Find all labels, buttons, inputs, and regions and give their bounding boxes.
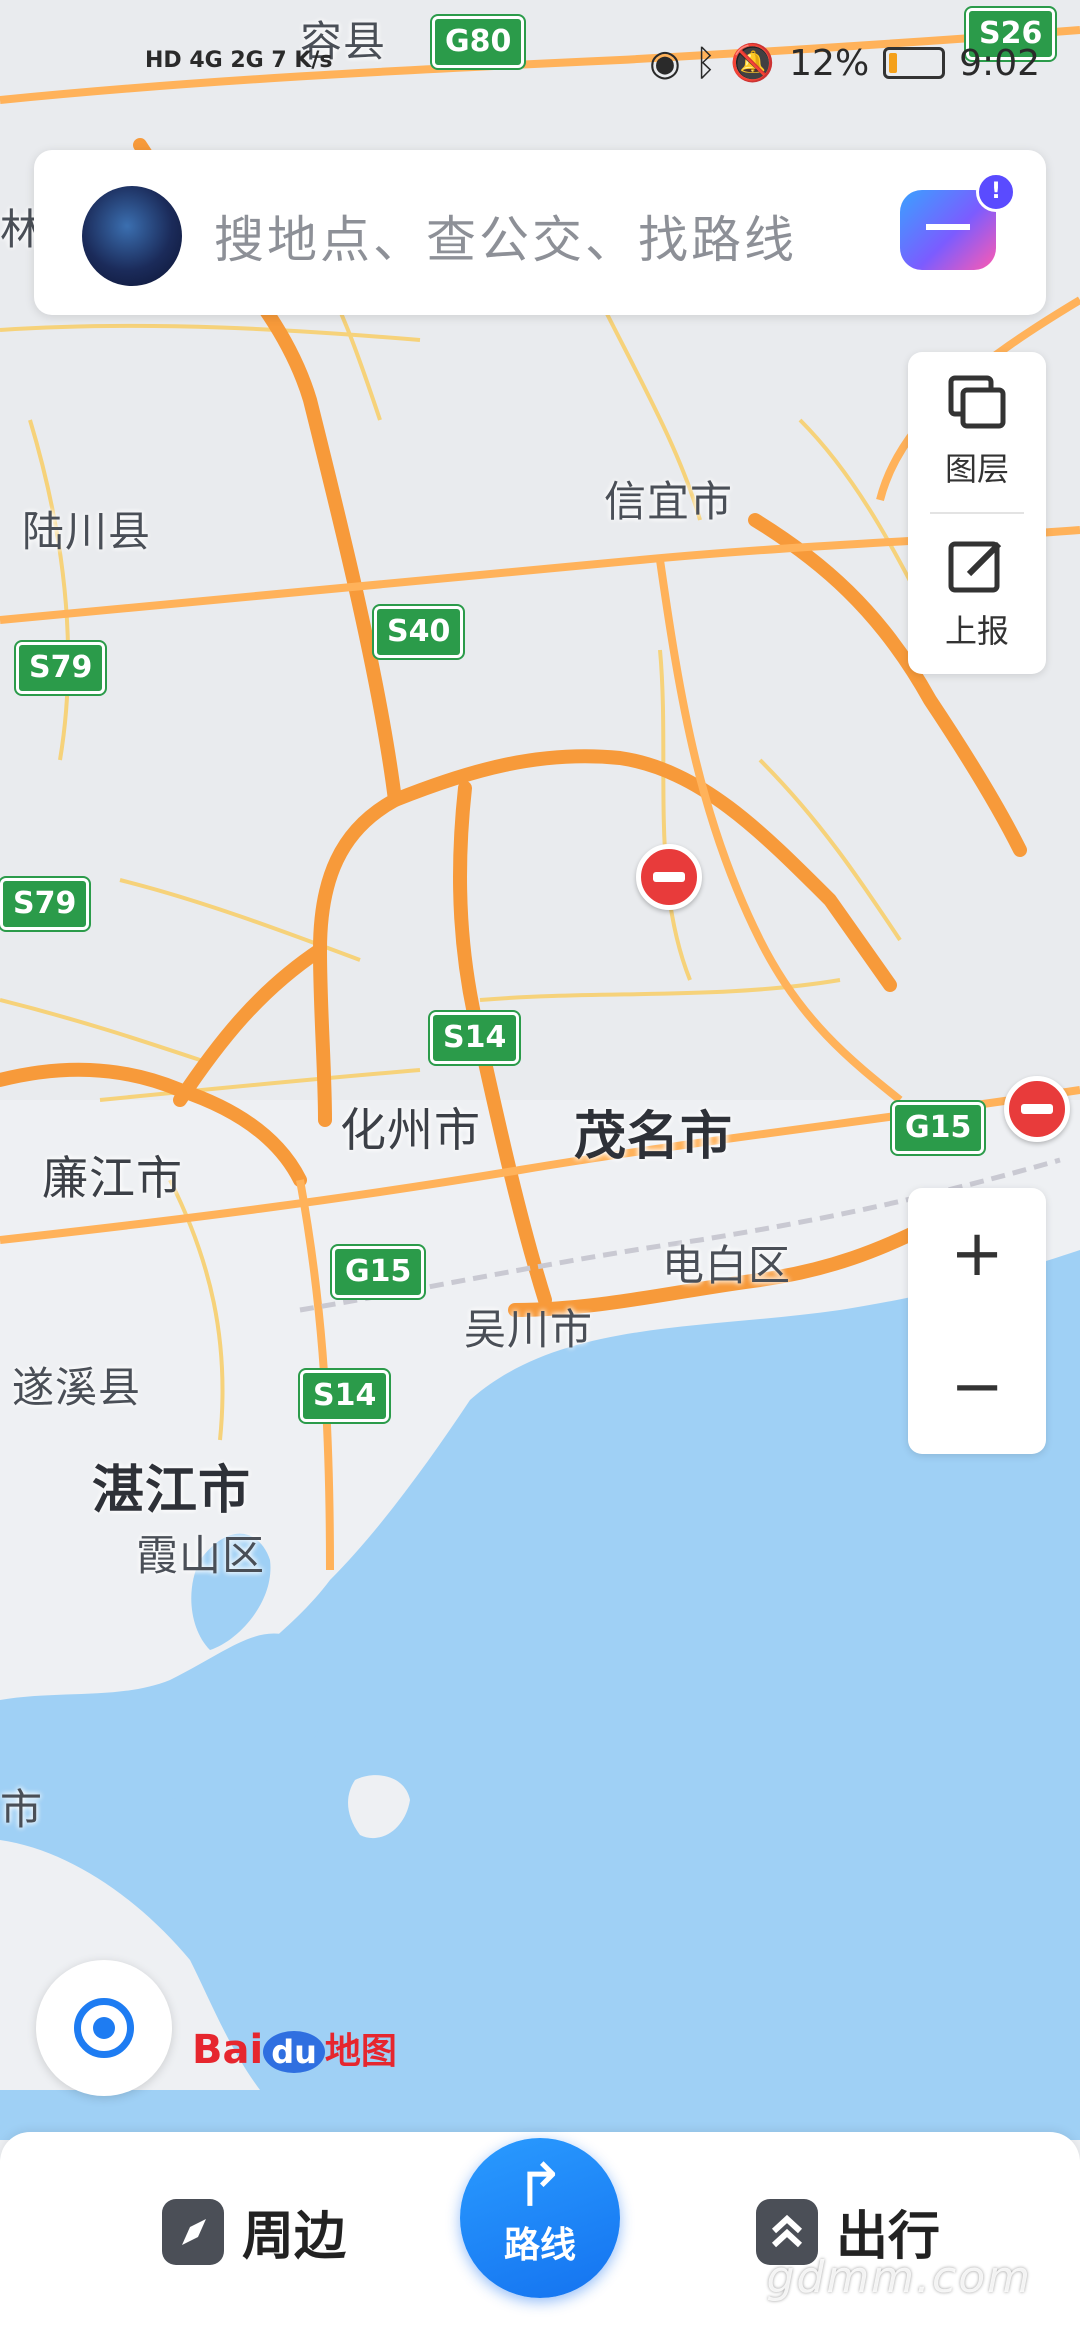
clock: 9:02	[959, 42, 1040, 84]
search-bar[interactable]: 搜地点、查公交、找路线 !	[34, 150, 1046, 315]
place-label-edge-shi: 市	[0, 1785, 44, 1834]
route-label: 路线	[503, 2225, 576, 2266]
road-closure-icon[interactable]	[636, 844, 702, 910]
road-shield-g15-west: G15	[332, 1246, 425, 1298]
report-label: 上报	[944, 612, 1009, 650]
place-label-xinyi: 信宜市	[604, 477, 734, 526]
map-tools-panel: 图层 上报	[908, 352, 1046, 674]
network-status: HD 4G 2G 7 K/s	[145, 48, 333, 73]
road-shield-s14: S14	[430, 1012, 520, 1064]
bluetooth-icon: ᛒ	[694, 42, 717, 84]
zoom-in-button[interactable]: +	[908, 1188, 1046, 1321]
place-label-luchuan: 陆川县	[22, 507, 152, 556]
place-label-maoming: 茂名市	[574, 1107, 734, 1167]
avatar[interactable]	[82, 186, 182, 286]
voice-assistant-button[interactable]: !	[900, 172, 1016, 270]
road-closure-icon[interactable]	[1004, 1076, 1070, 1142]
layers-button[interactable]: 图层	[908, 352, 1046, 512]
road-shield-s79: S79	[16, 642, 106, 694]
battery-percent: 12%	[789, 42, 870, 84]
place-label-huazhou: 化州市	[340, 1103, 481, 1157]
place-label-xiashan: 霞山区	[136, 1531, 266, 1580]
place-label-suixi: 遂溪县	[12, 1363, 142, 1412]
road-shield-s79-edge: S79	[0, 878, 90, 930]
nearby-label: 周边	[242, 2207, 347, 2267]
layers-label: 图层	[944, 450, 1009, 488]
battery-icon	[883, 47, 946, 79]
watermark: gdmm.com	[766, 2252, 1032, 2303]
report-button[interactable]: 上报	[908, 514, 1046, 674]
place-label-lianjiang: 廉江市	[42, 1151, 183, 1205]
place-label-zhanjiang: 湛江市	[92, 1461, 252, 1521]
road-shield-s40: S40	[374, 606, 464, 658]
nearby-tab[interactable]: 周边	[162, 2194, 346, 2269]
place-label-dianbai: 电白区	[662, 1241, 792, 1290]
status-bar: HD 4G 2G 7 K/s ◉ ᛒ 🔕 12% 9:02	[0, 30, 1080, 110]
locate-me-button[interactable]	[36, 1960, 172, 2096]
search-input[interactable]: 搜地点、查公交、找路线	[214, 200, 797, 272]
place-label-wuchuan: 吴川市	[464, 1305, 594, 1354]
zoom-controls: + −	[908, 1188, 1046, 1454]
eye-icon: ◉	[649, 42, 681, 84]
compass-icon	[162, 2198, 224, 2265]
baidu-map-logo: Bai du 地图	[192, 2027, 397, 2073]
route-button[interactable]: ↱ 路线	[460, 2138, 620, 2298]
notification-badge: !	[976, 172, 1016, 212]
mute-icon: 🔕	[730, 43, 776, 84]
road-shield-g15-east: G15	[892, 1102, 985, 1154]
route-arrow-icon: ↱	[514, 2151, 566, 2221]
assistant-face-icon	[926, 224, 970, 238]
zoom-out-button[interactable]: −	[908, 1321, 1046, 1454]
edit-report-icon	[947, 536, 1007, 596]
road-shield-s14-south: S14	[300, 1370, 390, 1422]
layers-icon	[947, 374, 1007, 434]
